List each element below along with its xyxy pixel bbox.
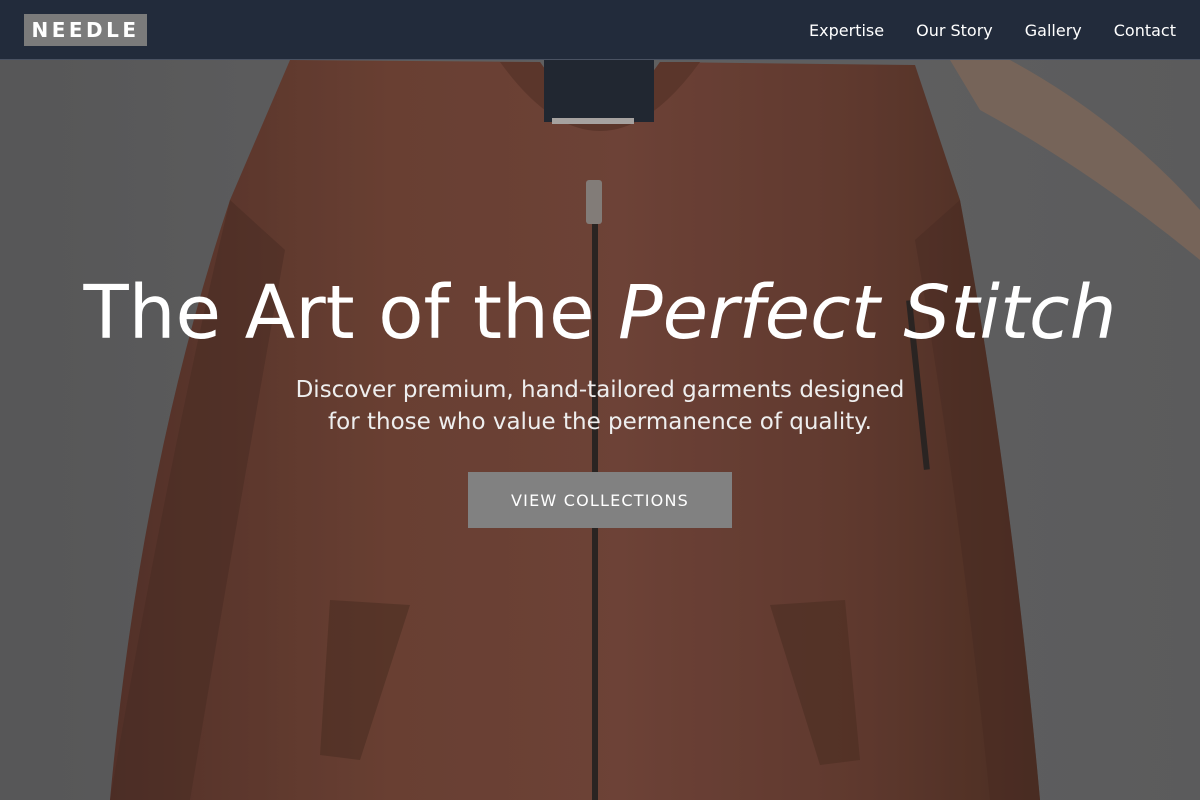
hero-content: The Art of the Perfect Stitch Discover p… (0, 270, 1200, 528)
subtext-line-2: for those who value the permanence of qu… (328, 409, 872, 435)
brand-logo[interactable]: NEEDLE (24, 14, 147, 46)
nav-link-contact[interactable]: Contact (1114, 21, 1176, 40)
nav-link-gallery[interactable]: Gallery (1025, 21, 1082, 40)
headline-plain: The Art of the (83, 270, 595, 356)
nav-links: Expertise Our Story Gallery Contact (809, 0, 1176, 60)
subtext-line-1: Discover premium, hand-tailored garments… (295, 377, 905, 403)
nav-link-expertise[interactable]: Expertise (809, 21, 884, 40)
hero-headline: The Art of the Perfect Stitch (0, 270, 1200, 356)
hero-subtext: Discover premium, hand-tailored garments… (250, 374, 950, 438)
navbar: NEEDLE Expertise Our Story Gallery Conta… (0, 0, 1200, 60)
hero-section: The Art of the Perfect Stitch Discover p… (0, 0, 1200, 800)
headline-emphasis: Perfect Stitch (618, 270, 1117, 356)
view-collections-button[interactable]: VIEW COLLECTIONS (468, 472, 732, 528)
nav-link-our-story[interactable]: Our Story (916, 21, 993, 40)
